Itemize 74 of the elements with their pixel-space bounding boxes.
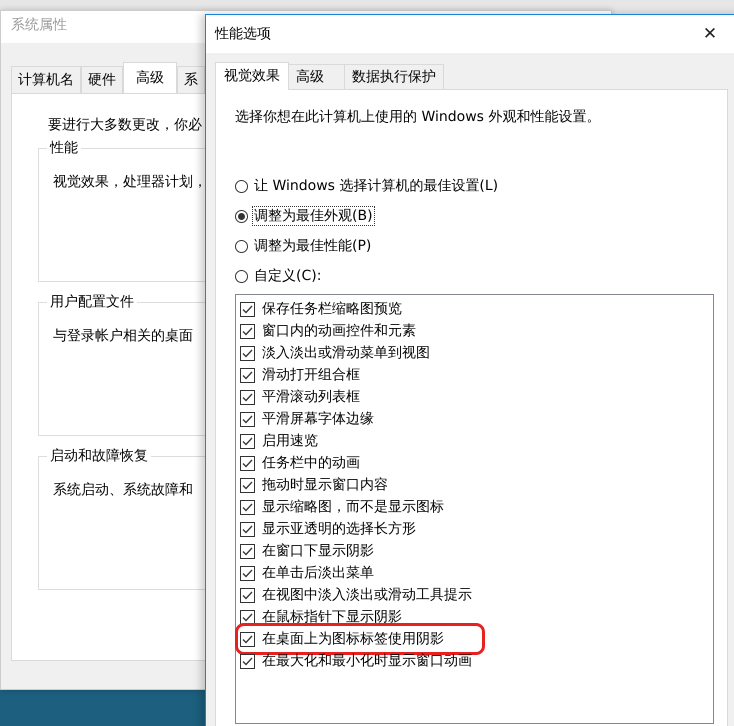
- checkmark-icon: [242, 590, 253, 600]
- checkmark-icon: [242, 458, 253, 468]
- checkmark-icon: [242, 348, 253, 358]
- checkbox[interactable]: [240, 434, 255, 448]
- tab[interactable]: 硬件: [81, 66, 123, 93]
- checkmark-icon: [242, 304, 253, 314]
- group-text: 与登录帐户相关的桌面: [53, 327, 193, 345]
- checkbox[interactable]: [240, 500, 255, 514]
- tab[interactable]: 系: [177, 66, 205, 93]
- checkbox[interactable]: [240, 302, 255, 316]
- checkbox[interactable]: [240, 522, 255, 536]
- checkbox[interactable]: [240, 632, 255, 646]
- checkbox[interactable]: [240, 346, 255, 360]
- window-title: 性能选项: [215, 25, 271, 43]
- tab[interactable]: 高级: [123, 62, 177, 93]
- checkbox-label[interactable]: 拖动时显示窗口内容: [262, 476, 388, 494]
- description-text: 选择你想在此计算机上使用的 Windows 外观和性能设置。: [235, 108, 602, 126]
- checkbox[interactable]: [240, 588, 255, 602]
- checkmark-icon: [242, 414, 253, 424]
- radio-button[interactable]: [235, 180, 248, 192]
- group-title: 用户配置文件: [47, 293, 137, 311]
- checkbox-label[interactable]: 窗口内的动画控件和元素: [262, 322, 416, 340]
- tab[interactable]: 数据执行保护: [344, 64, 444, 89]
- checkbox-label[interactable]: 平滑滚动列表框: [262, 388, 360, 406]
- checkbox-label[interactable]: 显示缩略图，而不是显示图标: [262, 498, 444, 516]
- radio-label[interactable]: 自定义(C):: [252, 266, 324, 286]
- intro-text: 要进行大多数更改，你必: [48, 116, 202, 134]
- group-title: 启动和故障恢复: [47, 447, 151, 465]
- group-text: 系统启动、系统故障和: [53, 481, 193, 499]
- checkbox[interactable]: [240, 544, 255, 558]
- checkmark-icon: [242, 392, 253, 402]
- checkbox[interactable]: [240, 456, 255, 470]
- checkmark-icon: [242, 480, 253, 490]
- radio-label[interactable]: 调整为最佳性能(P): [252, 236, 374, 256]
- group-text: 视觉效果，处理器计划，: [53, 173, 207, 191]
- checkbox[interactable]: [240, 478, 255, 492]
- checkbox[interactable]: [240, 368, 255, 382]
- checkbox[interactable]: [240, 412, 255, 426]
- checkbox-label[interactable]: 滑动打开组合框: [262, 366, 360, 384]
- checkmark-icon: [242, 546, 253, 556]
- checkmark-icon: [242, 568, 253, 578]
- checkmark-icon: [242, 370, 253, 380]
- checkbox-label[interactable]: 在桌面上为图标标签使用阴影: [262, 630, 444, 648]
- checkbox[interactable]: [240, 654, 255, 668]
- radio-label[interactable]: 调整为最佳外观(B): [252, 206, 375, 226]
- checkbox-label[interactable]: 淡入淡出或滑动菜单到视图: [262, 344, 430, 362]
- checkmark-icon: [242, 656, 253, 666]
- checkbox[interactable]: [240, 566, 255, 580]
- checkbox-label[interactable]: 显示亚透明的选择长方形: [262, 520, 416, 538]
- checkbox[interactable]: [240, 390, 255, 404]
- checkbox-label[interactable]: 平滑屏幕字体边缘: [262, 410, 374, 428]
- tab[interactable]: 视觉效果: [215, 62, 289, 90]
- checkbox-label[interactable]: 在最大化和最小化时显示窗口动画: [262, 652, 472, 670]
- checkbox-label[interactable]: 在视图中淡入淡出或滑动工具提示: [262, 586, 472, 604]
- checkmark-icon: [242, 502, 253, 512]
- checkbox-label[interactable]: 在单击后淡出菜单: [262, 564, 374, 582]
- checkbox-label[interactable]: 在鼠标指针下显示阴影: [262, 608, 402, 626]
- checkbox-label[interactable]: 启用速览: [262, 432, 318, 450]
- radio-button[interactable]: [235, 240, 248, 252]
- radio-button[interactable]: [235, 210, 248, 222]
- checkmark-icon: [242, 634, 253, 644]
- checkbox-label[interactable]: 保存任务栏缩略图预览: [262, 300, 402, 318]
- group-title: 性能: [47, 139, 81, 157]
- radio-label[interactable]: 让 Windows 选择计算机的最佳设置(L): [252, 176, 500, 196]
- tab[interactable]: 计算机名: [11, 66, 81, 93]
- checkmark-icon: [242, 612, 253, 622]
- checkmark-icon: [242, 436, 253, 446]
- checkbox[interactable]: [240, 610, 255, 624]
- checkbox-label[interactable]: 在窗口下显示阴影: [262, 542, 374, 560]
- checkbox[interactable]: [240, 324, 255, 338]
- checkbox-label[interactable]: 任务栏中的动画: [262, 454, 360, 472]
- checkmark-icon: [242, 326, 253, 336]
- radio-button[interactable]: [235, 270, 248, 282]
- checkmark-icon: [242, 524, 253, 534]
